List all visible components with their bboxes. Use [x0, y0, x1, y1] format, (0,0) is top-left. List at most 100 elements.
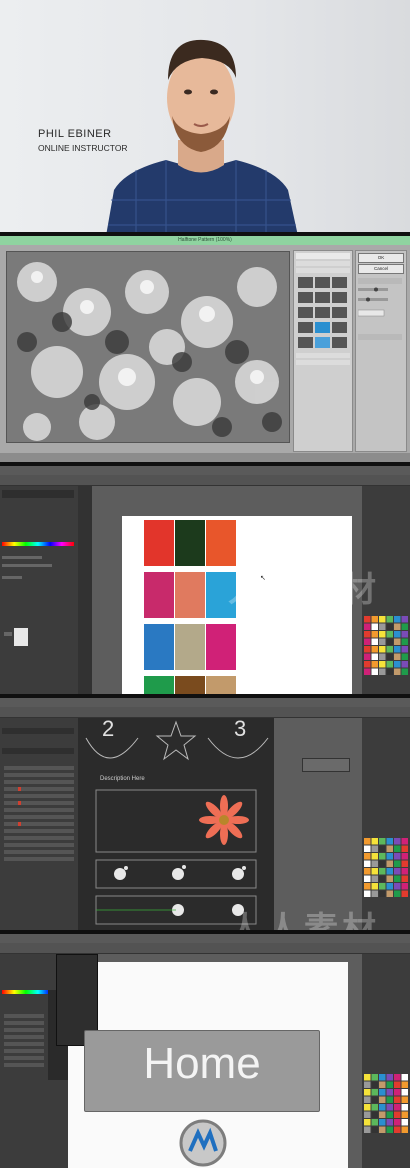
library-swatch[interactable]	[379, 616, 386, 623]
library-swatch[interactable]	[371, 1074, 379, 1081]
library-swatch[interactable]	[386, 1111, 394, 1119]
layers-list[interactable]	[0, 718, 78, 932]
library-swatch[interactable]	[371, 1096, 379, 1104]
library-swatch[interactable]	[401, 1111, 409, 1119]
library-swatch[interactable]	[386, 646, 394, 653]
library-swatch[interactable]	[401, 1089, 409, 1096]
library-swatch[interactable]	[401, 1126, 409, 1134]
library-swatch[interactable]	[394, 1074, 401, 1081]
control-bar[interactable]	[0, 707, 410, 718]
color-swatch[interactable]	[206, 520, 236, 566]
library-swatch[interactable]	[379, 1126, 386, 1134]
library-swatch[interactable]	[401, 1119, 409, 1126]
swatch-library[interactable]	[362, 718, 410, 932]
library-swatch[interactable]	[379, 668, 386, 676]
library-swatch[interactable]	[371, 838, 379, 845]
library-swatch[interactable]	[394, 883, 401, 890]
library-swatch[interactable]	[364, 631, 371, 638]
library-swatch[interactable]	[364, 1111, 371, 1119]
library-swatch[interactable]	[371, 845, 379, 853]
library-swatch[interactable]	[401, 883, 409, 890]
library-swatch[interactable]	[394, 1081, 401, 1089]
library-swatch[interactable]	[394, 638, 401, 646]
library-swatch[interactable]	[379, 860, 386, 868]
color-swatch[interactable]	[175, 676, 205, 696]
library-swatch[interactable]	[386, 1096, 394, 1104]
library-swatch[interactable]	[386, 868, 394, 875]
library-swatch[interactable]	[386, 668, 394, 676]
library-swatch[interactable]	[379, 631, 386, 638]
swatches-panel[interactable]	[362, 954, 410, 1168]
color-swatch[interactable]	[206, 624, 236, 670]
library-swatch[interactable]	[401, 668, 409, 676]
control-bar[interactable]	[0, 475, 410, 486]
library-swatch[interactable]	[401, 875, 409, 883]
library-swatch[interactable]	[394, 631, 401, 638]
library-swatch[interactable]	[379, 1096, 386, 1104]
library-swatch[interactable]	[364, 838, 371, 845]
library-swatch[interactable]	[371, 1104, 379, 1111]
library-swatch[interactable]	[364, 890, 371, 898]
library-swatch[interactable]	[371, 1089, 379, 1096]
swatch-grid[interactable]	[144, 520, 238, 696]
library-swatch[interactable]	[371, 860, 379, 868]
color-swatch[interactable]	[144, 624, 174, 670]
library-swatch[interactable]	[364, 845, 371, 853]
library-swatch[interactable]	[386, 631, 394, 638]
library-swatch[interactable]	[394, 1096, 401, 1104]
library-swatch[interactable]	[364, 646, 371, 653]
library-swatch[interactable]	[386, 845, 394, 853]
library-swatch[interactable]	[386, 616, 394, 623]
library-swatch[interactable]	[394, 616, 401, 623]
library-swatch[interactable]	[379, 638, 386, 646]
swatch-library[interactable]	[362, 954, 410, 1168]
library-swatch[interactable]	[394, 890, 401, 898]
library-swatch[interactable]	[394, 868, 401, 875]
library-swatch[interactable]	[364, 1096, 371, 1104]
cancel-button[interactable]: Cancel	[358, 264, 404, 274]
library-swatch[interactable]	[386, 838, 394, 845]
library-swatch[interactable]	[386, 883, 394, 890]
ok-button[interactable]: OK	[358, 253, 404, 263]
swatch-popup[interactable]	[302, 758, 350, 772]
library-swatch[interactable]	[364, 1081, 371, 1089]
library-swatch[interactable]	[371, 616, 379, 623]
library-swatch[interactable]	[379, 883, 386, 890]
library-swatch[interactable]	[394, 845, 401, 853]
layers-panel[interactable]	[0, 718, 78, 932]
library-swatch[interactable]	[386, 853, 394, 860]
filter-gallery-list[interactable]	[293, 250, 353, 452]
library-swatch[interactable]	[394, 1104, 401, 1111]
library-swatch[interactable]	[386, 860, 394, 868]
library-swatch[interactable]	[371, 1126, 379, 1134]
library-swatch[interactable]	[379, 653, 386, 661]
library-swatch[interactable]	[386, 875, 394, 883]
library-swatch[interactable]	[371, 883, 379, 890]
library-swatch[interactable]	[371, 653, 379, 661]
library-swatch[interactable]	[401, 653, 409, 661]
library-swatch[interactable]	[401, 845, 409, 853]
library-swatch[interactable]	[394, 860, 401, 868]
library-swatch[interactable]	[401, 631, 409, 638]
library-swatch[interactable]	[379, 838, 386, 845]
library-swatch[interactable]	[379, 875, 386, 883]
color-swatch[interactable]	[144, 572, 174, 618]
library-swatch[interactable]	[401, 638, 409, 646]
color-swatch[interactable]	[206, 676, 236, 696]
color-swatch[interactable]	[175, 572, 205, 618]
library-swatch[interactable]	[364, 1126, 371, 1134]
library-swatch[interactable]	[386, 1126, 394, 1134]
library-swatch[interactable]	[386, 1119, 394, 1126]
library-swatch[interactable]	[386, 1104, 394, 1111]
library-swatch[interactable]	[379, 1074, 386, 1081]
library-swatch[interactable]	[379, 661, 386, 668]
library-swatch[interactable]	[379, 845, 386, 853]
library-swatch[interactable]	[401, 853, 409, 860]
library-swatch[interactable]	[386, 653, 394, 661]
library-swatch[interactable]	[379, 1111, 386, 1119]
library-swatch[interactable]	[401, 1074, 409, 1081]
library-swatch[interactable]	[364, 653, 371, 661]
library-swatch[interactable]	[401, 623, 409, 631]
library-swatch[interactable]	[386, 638, 394, 646]
library-swatch[interactable]	[379, 1089, 386, 1096]
